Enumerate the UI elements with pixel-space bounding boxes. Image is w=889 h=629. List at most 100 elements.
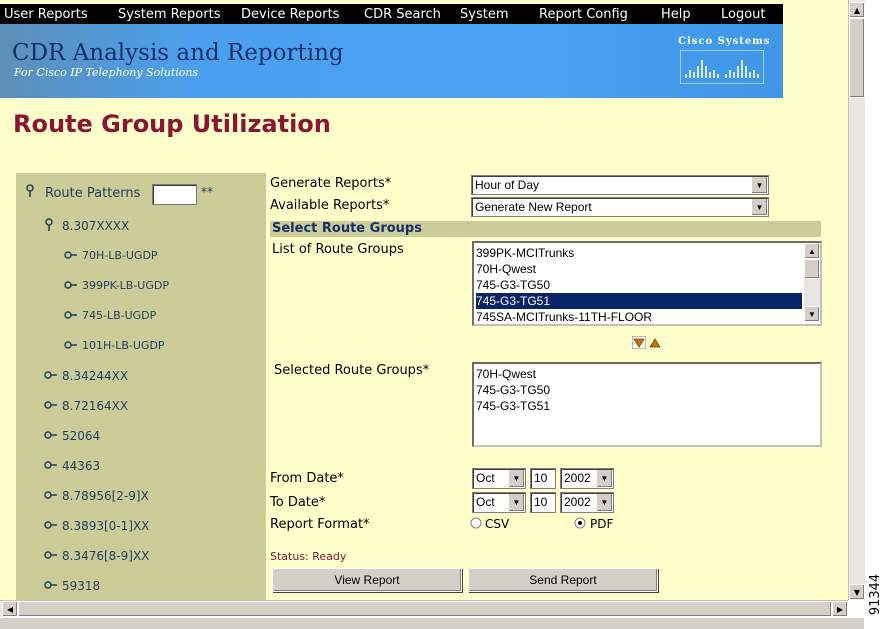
tree-item-83476[interactable]: 8.3476[8-9]XX [62,549,149,563]
selected-route-groups-listbox[interactable]: 70H-Qwest 745-G3-TG50 745-G3-TG51 [472,362,822,447]
route-pattern-icon [44,551,57,559]
menu-device-reports[interactable]: Device Reports [241,7,339,22]
menu-logout[interactable]: Logout [721,7,766,22]
status-text: Status: Ready [270,550,347,563]
from-year-select[interactable]: 2002 ▼ [560,468,614,489]
list-item[interactable]: 745SA-MCITrunks-11TH-FLOOR [476,309,802,325]
generate-reports-value: Hour of Day [475,178,540,192]
pin-icon [26,184,34,197]
route-pattern-icon [44,371,57,379]
menu-help[interactable]: Help [661,7,691,22]
pdf-radio[interactable] [574,517,586,529]
route-patterns-label: Route Patterns [45,186,141,201]
to-month-value: Oct [476,495,495,509]
chevron-down-icon: ▼ [751,177,767,193]
route-group-icon [64,341,77,349]
list-item[interactable]: 399PK-MCITrunks [476,245,802,261]
to-year-value: 2002 [564,495,591,509]
to-day-input[interactable]: 10 [530,492,556,513]
tree-item-101h-lb-ugdp[interactable]: 101H-LB-UGDP [82,339,165,352]
scroll-down-icon[interactable]: ▼ [849,584,865,600]
tree-item-8307xxxx[interactable]: 8.307XXXX [62,219,129,233]
remove-arrow-up-icon[interactable] [648,336,662,349]
list-item[interactable]: 745-G3-TG50 [476,277,802,293]
csv-radio[interactable] [470,517,482,529]
send-report-button[interactable]: Send Report [468,568,658,592]
from-month-select[interactable]: Oct ▼ [472,468,526,489]
scroll-thumb[interactable] [804,259,820,279]
tree-item-59318[interactable]: 59318 [62,579,100,593]
scroll-thumb[interactable] [18,601,832,617]
generate-reports-label: Generate Reports* [270,176,392,191]
tree-item-834244xx[interactable]: 8.34244XX [62,369,128,383]
list-item-selected[interactable]: 745-G3-TG51 [476,293,802,309]
chevron-down-icon: ▼ [508,494,524,511]
app-subtitle: For Cisco IP Telephony Solutions [14,66,199,79]
app-title: CDR Analysis and Reporting [12,40,344,66]
scroll-down-icon[interactable]: ▼ [804,306,820,322]
route-groups-listbox[interactable]: 399PK-MCITrunks 70H-Qwest 745-G3-TG50 74… [472,241,822,326]
list-item[interactable]: 70H-Qwest [476,261,802,277]
available-reports-select[interactable]: Generate New Report ▼ [471,197,769,217]
route-pattern-icon [44,461,57,469]
add-arrow-down-icon[interactable] [632,336,646,349]
route-pattern-filter-input[interactable] [152,184,197,205]
section-title: Select Route Groups [272,221,422,236]
listbox-scrollbar[interactable]: ▲ ▼ [804,243,820,322]
to-day-value: 10 [534,495,548,509]
available-reports-label: Available Reports* [270,198,390,213]
menu-bar: User Reports System Reports Device Repor… [0,4,783,24]
list-item[interactable]: 745-G3-TG50 [476,382,550,398]
route-group-icon [64,251,77,259]
tree-item-745-lb-ugdp[interactable]: 745-LB-UGDP [82,309,156,322]
tree-item-52064[interactable]: 52064 [62,429,100,443]
cisco-logo: Cisco Systems [678,36,771,88]
view-report-button[interactable]: View Report [272,568,462,592]
tree-item-399pk-lb-ugdp[interactable]: 399PK-LB-UGDP [82,279,169,292]
menu-system[interactable]: System [460,7,508,22]
logo-text: Cisco Systems [678,36,771,47]
list-item[interactable]: 745-G3-TG51 [476,398,550,414]
menu-system-reports[interactable]: System Reports [118,7,220,22]
to-year-select[interactable]: 2002 ▼ [560,492,614,513]
tree-item-83893[interactable]: 8.3893[0-1]XX [62,519,149,533]
to-month-select[interactable]: Oct ▼ [472,492,526,513]
horizontal-scrollbar[interactable]: ◀ ▶ [0,600,848,617]
vertical-scrollbar[interactable]: ▲ ▼ [848,0,865,600]
figure-number: 91344 [864,560,888,628]
route-group-icon [64,281,77,289]
available-reports-value: Generate New Report [475,200,592,214]
menu-cdr-search[interactable]: CDR Search [364,7,441,22]
route-pattern-icon [44,401,57,409]
page-title: Route Group Utilization [13,110,331,138]
wildcard-hint: ** [201,185,213,199]
report-format-label: Report Format* [270,517,370,532]
from-day-value: 10 [534,471,548,485]
scroll-thumb[interactable] [849,18,865,98]
from-year-value: 2002 [564,471,591,485]
route-group-icon [64,311,77,319]
tree-item-70h-lb-ugdp[interactable]: 70H-LB-UGDP [82,249,158,262]
tree-item-878956[interactable]: 8.78956[2-9]X [62,489,149,503]
menu-user-reports[interactable]: User Reports [4,7,88,22]
menu-report-config[interactable]: Report Config [539,7,628,22]
from-month-value: Oct [476,471,495,485]
route-groups-list-label: List of Route Groups [272,242,404,257]
tree-item-872164xx[interactable]: 8.72164XX [62,399,128,413]
tree-item-44363[interactable]: 44363 [62,459,100,473]
scroll-left-icon[interactable]: ◀ [2,601,18,617]
generate-reports-select[interactable]: Hour of Day ▼ [471,175,769,195]
csv-label[interactable]: CSV [485,517,509,531]
scroll-up-icon[interactable]: ▲ [849,2,865,18]
pdf-label[interactable]: PDF [590,517,613,531]
browser-status-bar [0,617,864,629]
chevron-down-icon: ▼ [596,494,612,511]
from-day-input[interactable]: 10 [530,468,556,489]
pin-icon [45,218,53,231]
scroll-up-icon[interactable]: ▲ [804,243,820,259]
to-date-label: To Date* [270,495,326,510]
list-item[interactable]: 70H-Qwest [476,366,536,382]
chevron-down-icon: ▼ [596,470,612,487]
scroll-right-icon[interactable]: ▶ [832,601,848,617]
route-pattern-icon [44,431,57,439]
